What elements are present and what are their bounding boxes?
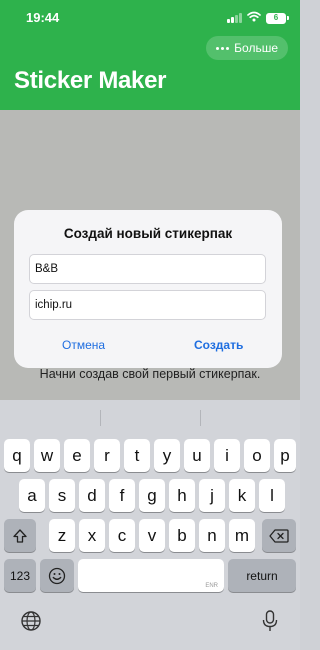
backspace-icon [269,528,289,543]
dialog-title: Создай новый стикерпак [63,226,233,241]
key-e[interactable]: e [64,439,90,472]
backspace-key[interactable] [262,519,296,552]
status-icons: 6 [227,9,289,27]
shift-key[interactable] [4,519,36,552]
new-sticker-pack-dialog: Создай новый стикерпак B&B ichip.ru Отме… [14,210,282,368]
shift-icon [13,528,27,543]
key-f[interactable]: f [109,479,135,512]
key-b[interactable]: b [169,519,195,552]
sticker-pack-author-field[interactable]: ichip.ru [29,290,266,320]
wifi-icon [247,9,261,27]
key-h[interactable]: h [169,479,195,512]
microphone-icon [262,610,278,631]
suggestion-bar [0,400,300,434]
app-title: Sticker Maker [14,67,167,94]
key-q[interactable]: q [4,439,30,472]
emoji-icon [48,567,66,584]
key-a[interactable]: a [19,479,45,512]
sticker-pack-name-field[interactable]: B&B [29,254,266,284]
globe-key[interactable] [20,610,42,632]
key-t[interactable]: t [124,439,150,472]
cellular-signal-icon [227,13,242,23]
key-y[interactable]: y [154,439,180,472]
key-g[interactable]: g [139,479,165,512]
key-k[interactable]: k [229,479,255,512]
numbers-key[interactable]: 123 [4,559,36,592]
key-c[interactable]: c [109,519,135,552]
keyboard: q w e r t y u i o p a s d f g h j k l z … [0,400,300,650]
app-header: 19:44 6 Больше Sticker Maker [0,0,300,110]
space-key[interactable]: ENR [78,559,224,592]
space-key-hint: ENR [205,583,218,589]
cancel-button[interactable]: Отмена [62,338,105,352]
return-key[interactable]: return [228,559,296,592]
key-n[interactable]: n [199,519,225,552]
create-button[interactable]: Создать [194,338,243,352]
more-dots-icon [216,46,230,50]
key-p[interactable]: p [274,439,296,472]
key-s[interactable]: s [49,479,75,512]
key-u[interactable]: u [184,439,210,472]
empty-state-text: Начни создав свой первый стикерпак. [39,367,261,381]
battery-icon: 6 [266,12,289,24]
key-z[interactable]: z [49,519,75,552]
status-time: 19:44 [26,10,60,25]
more-button[interactable]: Больше [206,36,288,60]
key-w[interactable]: w [34,439,60,472]
more-button-label: Больше [234,41,278,55]
key-i[interactable]: i [214,439,240,472]
emoji-key[interactable] [40,559,74,592]
status-bar: 19:44 6 [0,0,300,34]
key-m[interactable]: m [229,519,255,552]
globe-icon [21,611,41,631]
dictation-key[interactable] [259,609,281,633]
key-l[interactable]: l [259,479,285,512]
key-x[interactable]: x [79,519,105,552]
key-o[interactable]: o [244,439,270,472]
key-r[interactable]: r [94,439,120,472]
key-v[interactable]: v [139,519,165,552]
key-j[interactable]: j [199,479,225,512]
key-d[interactable]: d [79,479,105,512]
